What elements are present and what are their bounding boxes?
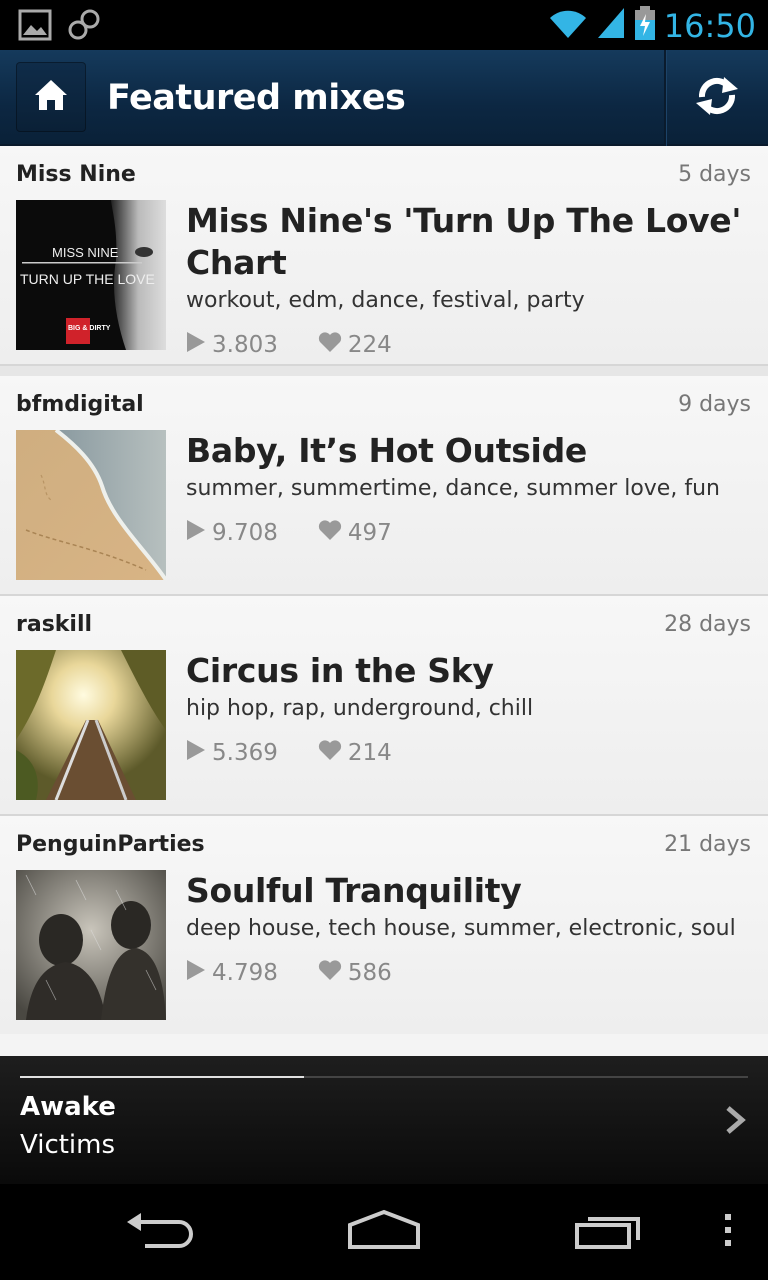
home-nav-icon	[346, 1209, 422, 1256]
chevron-right-icon[interactable]	[720, 1102, 750, 1138]
play-count-icon	[186, 331, 206, 359]
infinity-icon	[66, 8, 102, 47]
refresh-button[interactable]	[666, 50, 768, 146]
mix-stats: 3.803 224	[186, 331, 392, 359]
like-count-icon	[318, 520, 342, 546]
picture-icon	[18, 9, 52, 46]
play-count: 4.798	[212, 960, 278, 986]
play-count: 5.369	[212, 740, 278, 766]
mix-age: 21 days	[664, 832, 751, 857]
like-count: 224	[347, 332, 392, 358]
play-count: 9.708	[212, 520, 278, 546]
art-text-label: BIG & DIRTY	[68, 325, 111, 332]
play-count-icon	[186, 959, 206, 987]
mix-card[interactable]: PenguinParties 21 days Soulful Tranquili…	[0, 816, 768, 1036]
art-text-name: MISS NINE	[52, 245, 119, 260]
mix-user[interactable]: bfmdigital	[16, 392, 144, 417]
art-text-subtitle: TURN UP THE LOVE	[20, 271, 155, 287]
mix-title[interactable]: Circus in the Sky	[186, 650, 746, 692]
clock: 16:50	[663, 6, 756, 45]
mix-artwork[interactable]	[16, 650, 166, 800]
back-button[interactable]	[110, 1184, 210, 1280]
like-count: 586	[347, 960, 392, 986]
mix-age: 9 days	[678, 392, 751, 417]
refresh-icon	[694, 73, 740, 124]
mix-age: 28 days	[664, 612, 751, 637]
system-nav-bar	[0, 1184, 768, 1280]
like-count-icon	[318, 332, 342, 358]
mix-title[interactable]: Soulful Tranquility	[186, 870, 746, 912]
home-button[interactable]	[16, 62, 86, 132]
now-playing-artist: Victims	[20, 1130, 116, 1160]
like-count: 214	[347, 740, 392, 766]
play-count-icon	[186, 739, 206, 767]
mix-artwork[interactable]	[16, 430, 166, 580]
mix-age: 5 days	[678, 162, 751, 187]
signal-icon	[596, 6, 626, 45]
back-icon	[125, 1210, 195, 1255]
mix-card[interactable]: bfmdigital 9 days Baby, It’s Hot Outside…	[0, 376, 768, 596]
mix-artwork[interactable]: MISS NINE TURN UP THE LOVE BIG & DIRTY	[16, 200, 166, 350]
mix-stats: 9.708 497	[186, 519, 392, 547]
now-playing-bar[interactable]: Awake Victims	[0, 1056, 768, 1184]
action-bar: Featured mixes	[0, 50, 768, 146]
page-title: Featured mixes	[107, 78, 406, 118]
mix-stats: 5.369 214	[186, 739, 392, 767]
like-count-icon	[318, 740, 342, 766]
mix-user[interactable]: PenguinParties	[16, 832, 205, 857]
recent-apps-button[interactable]	[560, 1184, 660, 1280]
overflow-menu-button[interactable]	[708, 1184, 748, 1280]
mix-card[interactable]: Miss Nine 5 days MISS NINE TURN UP THE L…	[0, 146, 768, 366]
now-playing-track: Awake	[20, 1092, 116, 1122]
mix-user[interactable]: raskill	[16, 612, 92, 637]
playback-progress-fill	[20, 1076, 304, 1078]
mix-title[interactable]: Miss Nine's 'Turn Up The Love' Chart	[186, 200, 746, 284]
overflow-menu-icon	[723, 1213, 733, 1252]
home-nav-button[interactable]	[334, 1184, 434, 1280]
mix-user[interactable]: Miss Nine	[16, 162, 136, 187]
mix-artwork[interactable]	[16, 870, 166, 1020]
home-icon	[33, 78, 69, 117]
mix-list[interactable]: Miss Nine 5 days MISS NINE TURN UP THE L…	[0, 146, 768, 1056]
mix-stats: 4.798 586	[186, 959, 392, 987]
wifi-icon	[548, 6, 588, 45]
mix-tags: deep house, tech house, summer, electron…	[186, 916, 736, 941]
mix-tags: workout, edm, dance, festival, party	[186, 288, 585, 313]
battery-icon	[634, 6, 656, 45]
like-count: 497	[347, 520, 392, 546]
mix-card-partial[interactable]	[0, 1034, 768, 1056]
playback-progress[interactable]	[20, 1076, 748, 1078]
recent-apps-icon	[574, 1210, 646, 1255]
mix-card[interactable]: raskill 28 days Circus in the Sky hip ho…	[0, 596, 768, 816]
play-count: 3.803	[212, 332, 278, 358]
mix-tags: summer, summertime, dance, summer love, …	[186, 476, 720, 501]
play-count-icon	[186, 519, 206, 547]
mix-title[interactable]: Baby, It’s Hot Outside	[186, 430, 746, 472]
mix-tags: hip hop, rap, underground, chill	[186, 696, 534, 721]
like-count-icon	[318, 960, 342, 986]
status-bar: 16:50	[0, 0, 768, 50]
